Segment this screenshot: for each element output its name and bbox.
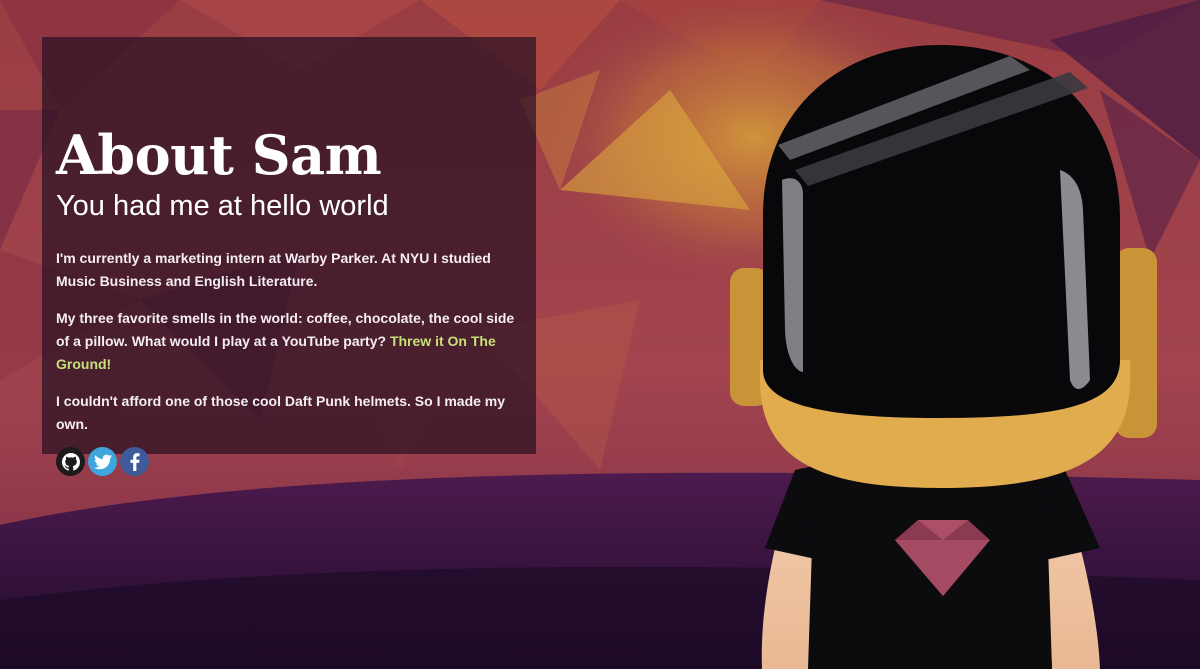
- facebook-icon: [130, 452, 139, 471]
- social-links: [56, 447, 520, 476]
- page-title: About Sam: [56, 123, 382, 187]
- twitter-icon: [93, 454, 112, 469]
- github-icon: [61, 452, 80, 471]
- twitter-link[interactable]: [88, 447, 117, 476]
- bio-paragraph-helmet: I couldn't afford one of those cool Daft…: [56, 393, 506, 432]
- page-subtitle: You had me at hello world: [56, 190, 389, 222]
- about-card: About Sam You had me at hello world I'm …: [42, 37, 536, 476]
- bio-paragraph-favorites: My three favorite smells in the world: c…: [56, 307, 520, 376]
- bio-paragraph-work: I'm currently a marketing intern at Warb…: [56, 250, 491, 289]
- github-link[interactable]: [56, 447, 85, 476]
- facebook-link[interactable]: [120, 447, 149, 476]
